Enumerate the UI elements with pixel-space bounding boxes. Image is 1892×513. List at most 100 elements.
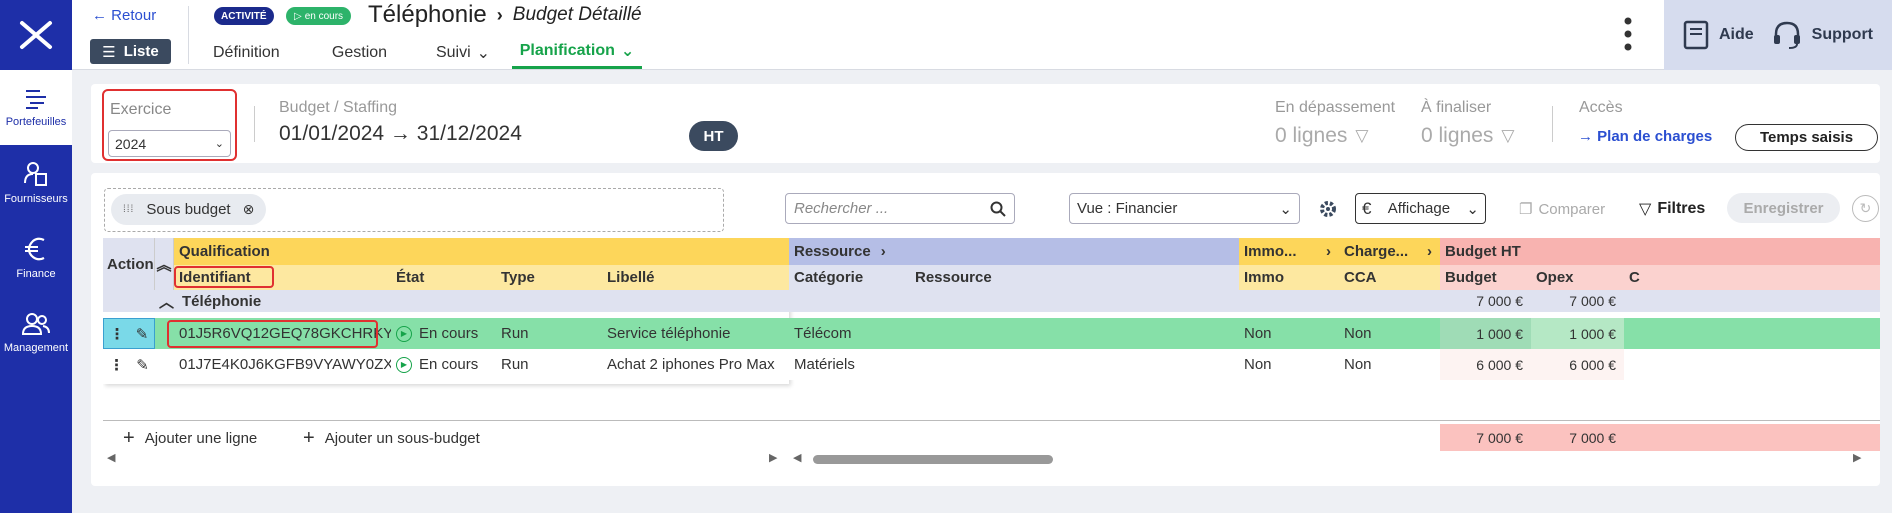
kebab-icon[interactable]: ⋮ [110, 325, 125, 343]
tab-gestion[interactable]: Gestion [305, 38, 414, 69]
right-scrollbar[interactable]: ◀ ▶ [789, 451, 1880, 466]
app-logo[interactable] [0, 0, 72, 70]
cell-cca[interactable]: Non [1339, 318, 1440, 349]
pencil-icon[interactable]: ✎ [136, 356, 149, 374]
nav-portefeuilles[interactable]: Portefeuilles [0, 70, 72, 145]
scroll-right-icon[interactable]: ▶ [769, 451, 777, 464]
cell-etat[interactable]: ▶ En cours [391, 318, 496, 349]
add-line-button[interactable]: + Ajouter une ligne [123, 424, 257, 452]
nav-label: Management [3, 341, 69, 354]
budget-grid: Actions ︽ Qualification Ressource› Immo.… [103, 238, 1880, 470]
group-total-opex: 7 000 € [1531, 290, 1624, 312]
collapse-all-icon[interactable]: ︽ [155, 238, 174, 290]
cell-etat[interactable]: ▶ En cours [391, 349, 496, 380]
column-etat[interactable]: État [391, 265, 496, 290]
cell-budget[interactable]: 1 000 € [1440, 318, 1531, 349]
grouping-drop-zone[interactable]: ⁞⁞⁞ Sous budget ⊗ [104, 188, 724, 232]
group-header-ressource[interactable]: Ressource › [789, 238, 1239, 265]
cell-identifiant[interactable]: 01J7E4K0J6KGFB9VYAWY0ZX20F [174, 349, 391, 380]
column-type[interactable]: Type [496, 265, 602, 290]
temps-saisis-button[interactable]: Temps saisis [1735, 124, 1878, 151]
exercice-select[interactable]: 2024 ⌄ [108, 130, 231, 157]
cell-categorie[interactable]: Matériels [789, 349, 910, 380]
plan-de-charges-link[interactable]: → Plan de charges [1578, 128, 1712, 145]
ht-toggle[interactable]: HT [689, 121, 738, 151]
refresh-icon[interactable]: ↻ [1852, 195, 1879, 222]
cell-type[interactable]: Run [496, 318, 602, 349]
nav-management[interactable]: Management [0, 295, 72, 370]
column-budget[interactable]: Budget [1440, 265, 1531, 290]
cell-libelle[interactable]: Achat 2 iphones Pro Max [602, 349, 789, 380]
tab-planification[interactable]: Planification ⌄ [512, 38, 642, 69]
cell-immo[interactable]: Non [1239, 318, 1339, 349]
nav-fournisseurs[interactable]: Fournisseurs [0, 145, 72, 220]
row-actions: ⋮ ✎ [103, 349, 155, 380]
cell-type[interactable]: Run [496, 349, 602, 380]
drag-handle-icon[interactable]: ⁞⁞⁞ [123, 204, 134, 215]
cell-ressource[interactable] [910, 318, 1197, 349]
group-row-toggle[interactable]: ︿ Téléphonie [155, 290, 455, 312]
tab-suivi[interactable]: Suivi ⌄ [414, 38, 512, 69]
logo-icon [20, 21, 52, 49]
column-partial: C [1624, 265, 1880, 290]
scroll-left-icon[interactable]: ◀ [793, 451, 801, 464]
filter-icon: ▽ [1355, 126, 1369, 145]
cell-immo[interactable]: Non [1239, 349, 1339, 380]
menu-icon: ☰ [102, 43, 116, 61]
compare-button[interactable]: ❐ Comparer [1519, 200, 1605, 219]
column-immo[interactable]: Immo [1239, 265, 1339, 290]
remove-icon[interactable]: ⊗ [243, 201, 255, 218]
cell-libelle[interactable]: Service téléphonie [602, 318, 789, 349]
more-menu-icon[interactable] [1624, 17, 1632, 54]
nav-finance[interactable]: Finance [0, 220, 72, 295]
back-link[interactable]: ← Retour [92, 7, 156, 24]
finaliser-label: À finaliser [1421, 99, 1492, 116]
chevron-right-icon: › [1326, 243, 1331, 260]
scroll-left-icon[interactable]: ◀ [107, 451, 115, 464]
view-select[interactable]: Vue : Financier ⌄ [1069, 193, 1300, 224]
exercice-field: Exercice 2024 ⌄ [102, 89, 237, 161]
cell-cca[interactable]: Non [1339, 349, 1440, 380]
affichage-select[interactable]: € Affichage ⌄ [1355, 193, 1486, 224]
depassement-value[interactable]: 0 lignes ▽ [1275, 124, 1368, 148]
list-button[interactable]: ☰ Liste [90, 39, 171, 64]
search-icon [990, 201, 1006, 217]
kebab-icon[interactable]: ⋮ [109, 356, 124, 374]
column-categorie[interactable]: Catégorie [789, 265, 910, 290]
cell-ressource[interactable] [910, 349, 1197, 380]
budget-summary-card: Exercice 2024 ⌄ Budget / Staffing 01/01/2… [91, 84, 1880, 163]
column-cca[interactable]: CCA [1339, 265, 1440, 290]
scroll-thumb[interactable] [813, 455, 1053, 464]
left-scrollbar[interactable]: ◀ ▶ [103, 451, 789, 466]
gear-icon[interactable] [1319, 200, 1337, 221]
chevron-down-icon: ⌄ [476, 44, 491, 62]
scroll-right-icon[interactable]: ▶ [1853, 451, 1861, 464]
cell-opex[interactable]: 1 000 € [1531, 318, 1624, 349]
add-subbudget-button[interactable]: + Ajouter un sous-budget [303, 424, 480, 452]
page-title: Téléphonie › Budget Détaillé [368, 1, 642, 28]
column-ressource[interactable]: Ressource [910, 265, 1197, 290]
chevron-right-icon: › [1427, 243, 1432, 260]
depassement-label: En dépassement [1275, 99, 1396, 116]
column-libelle[interactable]: Libellé [602, 265, 789, 290]
group-header-charge[interactable]: Charge... › [1339, 238, 1440, 265]
filters-button[interactable]: ▽ Filtres [1639, 199, 1705, 219]
group-header-immo[interactable]: Immo... › [1239, 238, 1339, 265]
play-circle-icon: ▶ [396, 325, 412, 342]
help-button[interactable]: Aide [1683, 20, 1754, 50]
cell-opex[interactable]: 6 000 € [1531, 349, 1624, 380]
cell-budget[interactable]: 6 000 € [1440, 349, 1531, 380]
finaliser-value[interactable]: 0 lignes ▽ [1421, 124, 1514, 148]
activity-badge: ACTIVITÉ [214, 7, 274, 25]
column-opex[interactable]: Opex [1531, 265, 1624, 290]
cell-categorie[interactable]: Télécom [789, 318, 910, 349]
divider [188, 6, 189, 64]
budget-grid-card: ⁞⁞⁞ Sous budget ⊗ Rechercher ... Vue : F… [91, 173, 1880, 486]
search-input[interactable]: Rechercher ... [785, 193, 1015, 224]
save-button[interactable]: Enregistrer [1727, 193, 1840, 223]
support-button[interactable]: Support [1772, 20, 1873, 50]
tab-definition[interactable]: Définition [213, 38, 305, 69]
chevron-right-icon: › [880, 243, 886, 260]
grouping-chip[interactable]: ⁞⁞⁞ Sous budget ⊗ [111, 194, 267, 225]
pencil-icon[interactable]: ✎ [136, 325, 149, 343]
